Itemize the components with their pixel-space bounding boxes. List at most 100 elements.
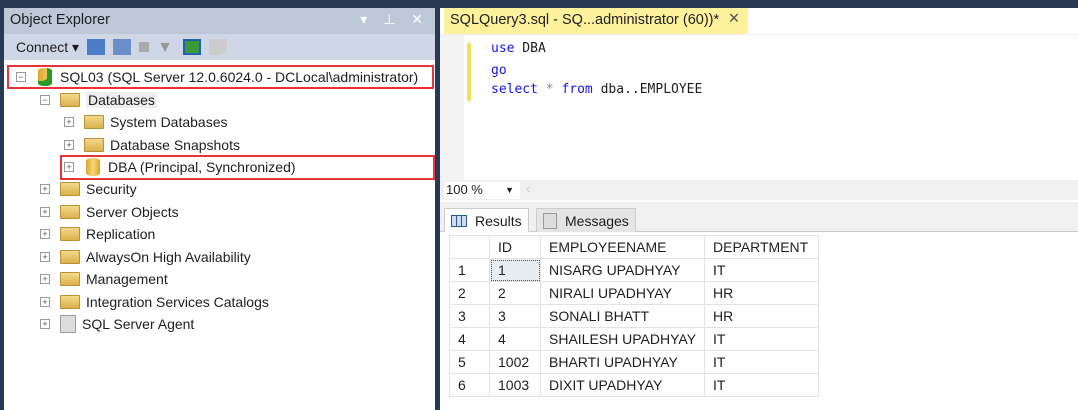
node-label: Server Objects bbox=[86, 204, 179, 220]
zoom-bar: 100 % ▼ ‹ bbox=[440, 180, 1078, 200]
folder-icon bbox=[60, 227, 80, 241]
folder-icon bbox=[60, 250, 80, 264]
table-cell[interactable]: 6 bbox=[449, 373, 490, 397]
node-label: Databases bbox=[86, 92, 157, 108]
change-marker bbox=[467, 43, 471, 101]
highlight-box bbox=[60, 155, 435, 180]
table-cell[interactable]: IT bbox=[704, 350, 820, 374]
expand-icon[interactable]: + bbox=[40, 252, 50, 262]
connect-icon[interactable] bbox=[87, 39, 106, 55]
tab-results[interactable]: Results bbox=[444, 208, 529, 232]
tree-node-security[interactable]: + Security bbox=[40, 178, 137, 200]
column-header[interactable]: DEPARTMENT bbox=[704, 235, 820, 259]
tree-node-sql-server-agent[interactable]: + SQL Server Agent bbox=[40, 313, 194, 335]
table-cell[interactable]: 1002 bbox=[489, 350, 541, 374]
table-cell[interactable]: 1 bbox=[449, 258, 490, 282]
agent-icon bbox=[60, 315, 76, 333]
expand-icon[interactable]: + bbox=[40, 184, 50, 194]
table-row[interactable]: 1 1 NISARG UPADHYAY IT bbox=[449, 258, 820, 282]
tree-node-databases[interactable]: − Databases bbox=[40, 89, 157, 111]
table-cell[interactable]: HR bbox=[704, 281, 820, 305]
results-grid[interactable]: ID EMPLOYEENAME DEPARTMENT 1 1 NISARG UPAD… bbox=[449, 235, 820, 397]
node-label: Management bbox=[86, 271, 168, 287]
code-line: go bbox=[491, 63, 507, 78]
node-label: System Databases bbox=[110, 114, 228, 130]
tab-messages[interactable]: Messages bbox=[536, 208, 636, 232]
tree-node-system-databases[interactable]: + System Databases bbox=[64, 111, 228, 133]
object-explorer-toolbar: Connect ▾ ▼ bbox=[4, 34, 435, 60]
folder-icon bbox=[60, 205, 80, 219]
query-tab[interactable]: SQLQuery3.sql - SQ...administrator (60))… bbox=[444, 8, 748, 34]
close-icon[interactable]: ✕ bbox=[728, 11, 740, 27]
table-cell[interactable]: IT bbox=[704, 258, 820, 282]
table-cell[interactable]: NISARG UPADHYAY bbox=[539, 258, 706, 282]
tree-node-alwayson[interactable]: + AlwaysOn High Availability bbox=[40, 246, 251, 268]
messages-icon bbox=[543, 212, 557, 229]
table-cell[interactable]: BHARTI UPADHYAY bbox=[539, 350, 706, 374]
expand-icon[interactable]: + bbox=[40, 297, 50, 307]
table-cell[interactable]: IT bbox=[704, 327, 820, 351]
expand-icon[interactable]: + bbox=[40, 274, 50, 284]
grid-header: ID EMPLOYEENAME DEPARTMENT bbox=[449, 235, 820, 259]
object-explorer-panel: Object Explorer ▾ ⊥ ✕ Connect ▾ ▼ − SQL03… bbox=[4, 8, 435, 410]
highlight-box bbox=[7, 65, 434, 89]
table-cell[interactable]: 4 bbox=[449, 327, 490, 351]
table-row[interactable]: 6 1003 DIXIT UPADHYAY IT bbox=[449, 373, 820, 397]
tree-node-replication[interactable]: + Replication bbox=[40, 223, 155, 245]
expand-icon[interactable]: + bbox=[64, 140, 74, 150]
expand-icon[interactable]: + bbox=[64, 117, 74, 127]
column-header bbox=[449, 235, 490, 259]
table-cell[interactable]: 5 bbox=[449, 350, 490, 374]
table-row[interactable]: 2 2 NIRALI UPADHYAY HR bbox=[449, 281, 820, 305]
activity-monitor-icon[interactable] bbox=[209, 39, 228, 55]
folder-icon bbox=[84, 138, 104, 152]
node-label: Security bbox=[86, 181, 137, 197]
collapse-icon[interactable]: − bbox=[40, 95, 50, 105]
column-header[interactable]: EMPLOYEENAME bbox=[539, 235, 706, 259]
table-cell[interactable]: 3 bbox=[449, 304, 490, 328]
tree-node-server-objects[interactable]: + Server Objects bbox=[40, 201, 179, 223]
table-cell[interactable]: IT bbox=[704, 373, 820, 397]
table-cell[interactable]: 2 bbox=[489, 281, 541, 305]
code-line: select * from dba..EMPLOYEE bbox=[491, 82, 703, 97]
results-tabs: Results Messages bbox=[440, 202, 1078, 232]
panel-controls[interactable]: ▾ ⊥ ✕ bbox=[360, 11, 429, 28]
table-row[interactable]: 4 4 SHAILESH UPADHYAY IT bbox=[449, 327, 820, 351]
tree-node-management[interactable]: + Management bbox=[40, 268, 168, 290]
tree-node-integration-services[interactable]: + Integration Services Catalogs bbox=[40, 291, 269, 313]
table-cell[interactable]: 2 bbox=[449, 281, 490, 305]
zoom-select[interactable]: 100 % ▼ bbox=[444, 182, 520, 199]
table-cell[interactable]: 3 bbox=[489, 304, 541, 328]
table-cell[interactable]: HR bbox=[704, 304, 820, 328]
editor-margin bbox=[440, 35, 464, 181]
folder-icon bbox=[60, 93, 80, 107]
expand-icon[interactable]: + bbox=[40, 229, 50, 239]
tree-node-database-snapshots[interactable]: + Database Snapshots bbox=[64, 134, 240, 156]
table-cell[interactable]: SONALI BHATT bbox=[539, 304, 706, 328]
table-cell[interactable]: 1003 bbox=[489, 373, 541, 397]
table-cell[interactable]: NIRALI UPADHYAY bbox=[539, 281, 706, 305]
table-cell[interactable]: 4 bbox=[489, 327, 541, 351]
table-cell[interactable]: 1 bbox=[489, 258, 541, 282]
table-row[interactable]: 3 3 SONALI BHATT HR bbox=[449, 304, 820, 328]
node-label: Database Snapshots bbox=[110, 137, 240, 153]
sql-editor[interactable]: use DBA go select * from dba..EMPLOYEE bbox=[440, 34, 1078, 181]
stop-icon[interactable] bbox=[139, 42, 150, 52]
column-header[interactable]: ID bbox=[489, 235, 541, 259]
folder-icon bbox=[60, 295, 80, 309]
filter-icon[interactable]: ▼ bbox=[157, 39, 175, 56]
scroll-left-icon[interactable]: ‹ bbox=[526, 181, 530, 196]
node-label: AlwaysOn High Availability bbox=[86, 249, 251, 265]
grid-icon bbox=[451, 214, 467, 227]
table-row[interactable]: 5 1002 BHARTI UPADHYAY IT bbox=[449, 350, 820, 374]
table-cell[interactable]: SHAILESH UPADHYAY bbox=[539, 327, 706, 351]
connect-button[interactable]: Connect ▾ bbox=[16, 39, 79, 56]
folder-icon bbox=[60, 182, 80, 196]
panel-title: Object Explorer bbox=[10, 12, 110, 28]
folder-icon bbox=[84, 115, 104, 129]
table-cell[interactable]: DIXIT UPADHYAY bbox=[539, 373, 706, 397]
expand-icon[interactable]: + bbox=[40, 207, 50, 217]
refresh-icon[interactable] bbox=[183, 39, 202, 55]
disconnect-icon[interactable] bbox=[113, 39, 132, 55]
expand-icon[interactable]: + bbox=[40, 319, 50, 329]
